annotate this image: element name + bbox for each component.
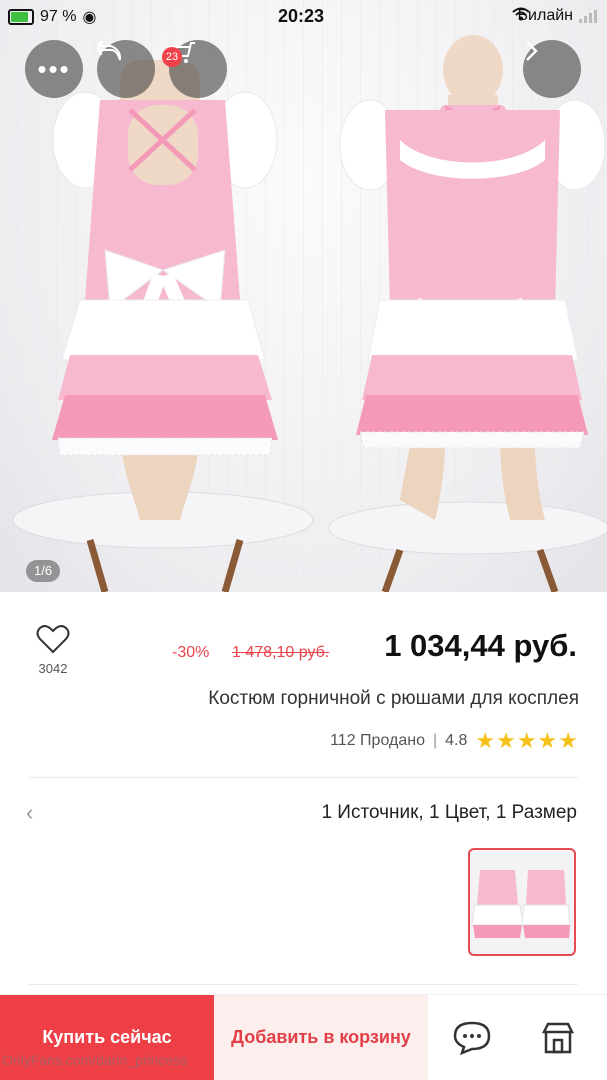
product-title: Костюм горничной с рюшами для косплея bbox=[208, 688, 579, 709]
chevron-left-icon[interactable]: ‹ bbox=[26, 800, 33, 826]
next-image-button[interactable] bbox=[523, 40, 581, 98]
chat-button[interactable] bbox=[444, 1013, 500, 1063]
store-button[interactable] bbox=[530, 1013, 586, 1063]
current-price: 1 034,44 руб. bbox=[384, 628, 577, 663]
divider-line-bottom bbox=[28, 984, 578, 985]
image-counter: 1/6 bbox=[26, 560, 61, 582]
chevron-right-icon bbox=[526, 41, 538, 61]
options-selector[interactable]: 1 Источник, 1 Цвет, 1 Размер bbox=[321, 802, 577, 824]
rating-row: 112 Продано | 4.8 ★★★★★ bbox=[330, 728, 579, 754]
star-rating: ★★★★★ bbox=[475, 728, 579, 753]
old-price: 1 478,10 руб. bbox=[232, 644, 330, 661]
battery-text: 97 % bbox=[40, 8, 77, 25]
rating-value: 4.8 bbox=[445, 732, 468, 749]
share-icon bbox=[97, 40, 122, 61]
status-left: 97 % ◉ bbox=[8, 7, 96, 27]
watermark-text: OnlyFans.com/darin_princess bbox=[2, 1052, 188, 1068]
sync-icon: ◉ bbox=[82, 9, 97, 26]
divider-line bbox=[28, 777, 578, 778]
status-right: Билайн bbox=[511, 7, 597, 25]
more-button[interactable]: ••• bbox=[25, 40, 83, 98]
cart-badge: 23 bbox=[162, 47, 182, 67]
status-time: 20:23 bbox=[278, 6, 325, 26]
product-image-gallery[interactable]: 97 % ◉ 20:23 Билайн ••• 23 1/6 bbox=[0, 0, 607, 592]
add-to-cart-button[interactable]: Добавить в корзину bbox=[214, 995, 428, 1080]
discount-label: -30% bbox=[172, 644, 210, 661]
sold-count: 112 Продано bbox=[330, 732, 425, 749]
product-photo bbox=[12, 35, 607, 592]
signal-icon bbox=[579, 9, 597, 23]
variant-thumbnail[interactable] bbox=[468, 848, 576, 956]
battery-icon bbox=[8, 9, 34, 25]
thumbnail-image bbox=[471, 870, 571, 938]
divider: | bbox=[432, 732, 438, 749]
heart-icon bbox=[36, 625, 70, 654]
chat-icon bbox=[453, 1021, 491, 1056]
share-button[interactable] bbox=[97, 40, 155, 98]
favorite-button[interactable]: 3042 bbox=[30, 624, 76, 676]
store-icon bbox=[541, 1022, 575, 1054]
favorites-count: 3042 bbox=[38, 661, 68, 676]
status-bar: 97 % ◉ 20:23 Билайн bbox=[0, 0, 607, 34]
more-icon: ••• bbox=[37, 54, 71, 84]
